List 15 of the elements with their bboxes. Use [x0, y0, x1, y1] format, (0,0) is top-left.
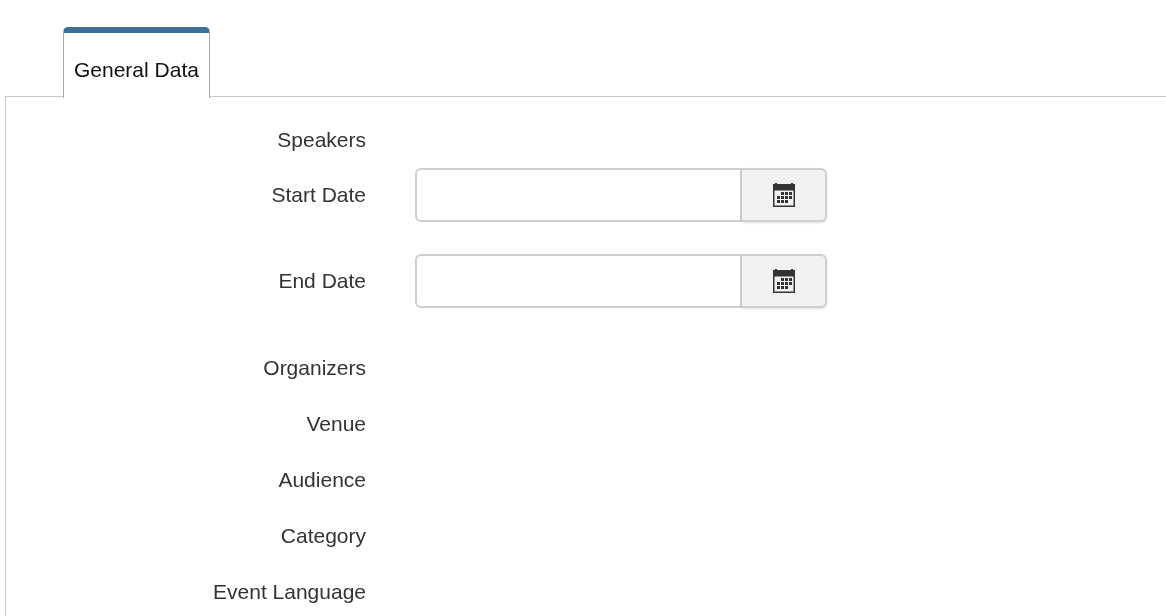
calendar-button[interactable]	[742, 168, 827, 222]
field-label: Organizers	[262, 355, 366, 382]
field-label: Venue	[305, 411, 366, 438]
calendar-icon	[772, 183, 795, 207]
calendar-icon	[772, 269, 795, 293]
field-label: Start Date	[270, 182, 366, 209]
date-input-field[interactable]	[415, 168, 742, 222]
field-label: Audience	[277, 467, 366, 494]
date-input-field[interactable]	[415, 254, 742, 308]
calendar-button[interactable]	[742, 254, 827, 308]
field-label: Event Language	[212, 579, 366, 606]
field-label: Speakers	[276, 127, 366, 154]
field-label: End Date	[277, 268, 366, 295]
tab[interactable]: General Data	[63, 27, 210, 98]
field-label: Category	[279, 523, 366, 550]
